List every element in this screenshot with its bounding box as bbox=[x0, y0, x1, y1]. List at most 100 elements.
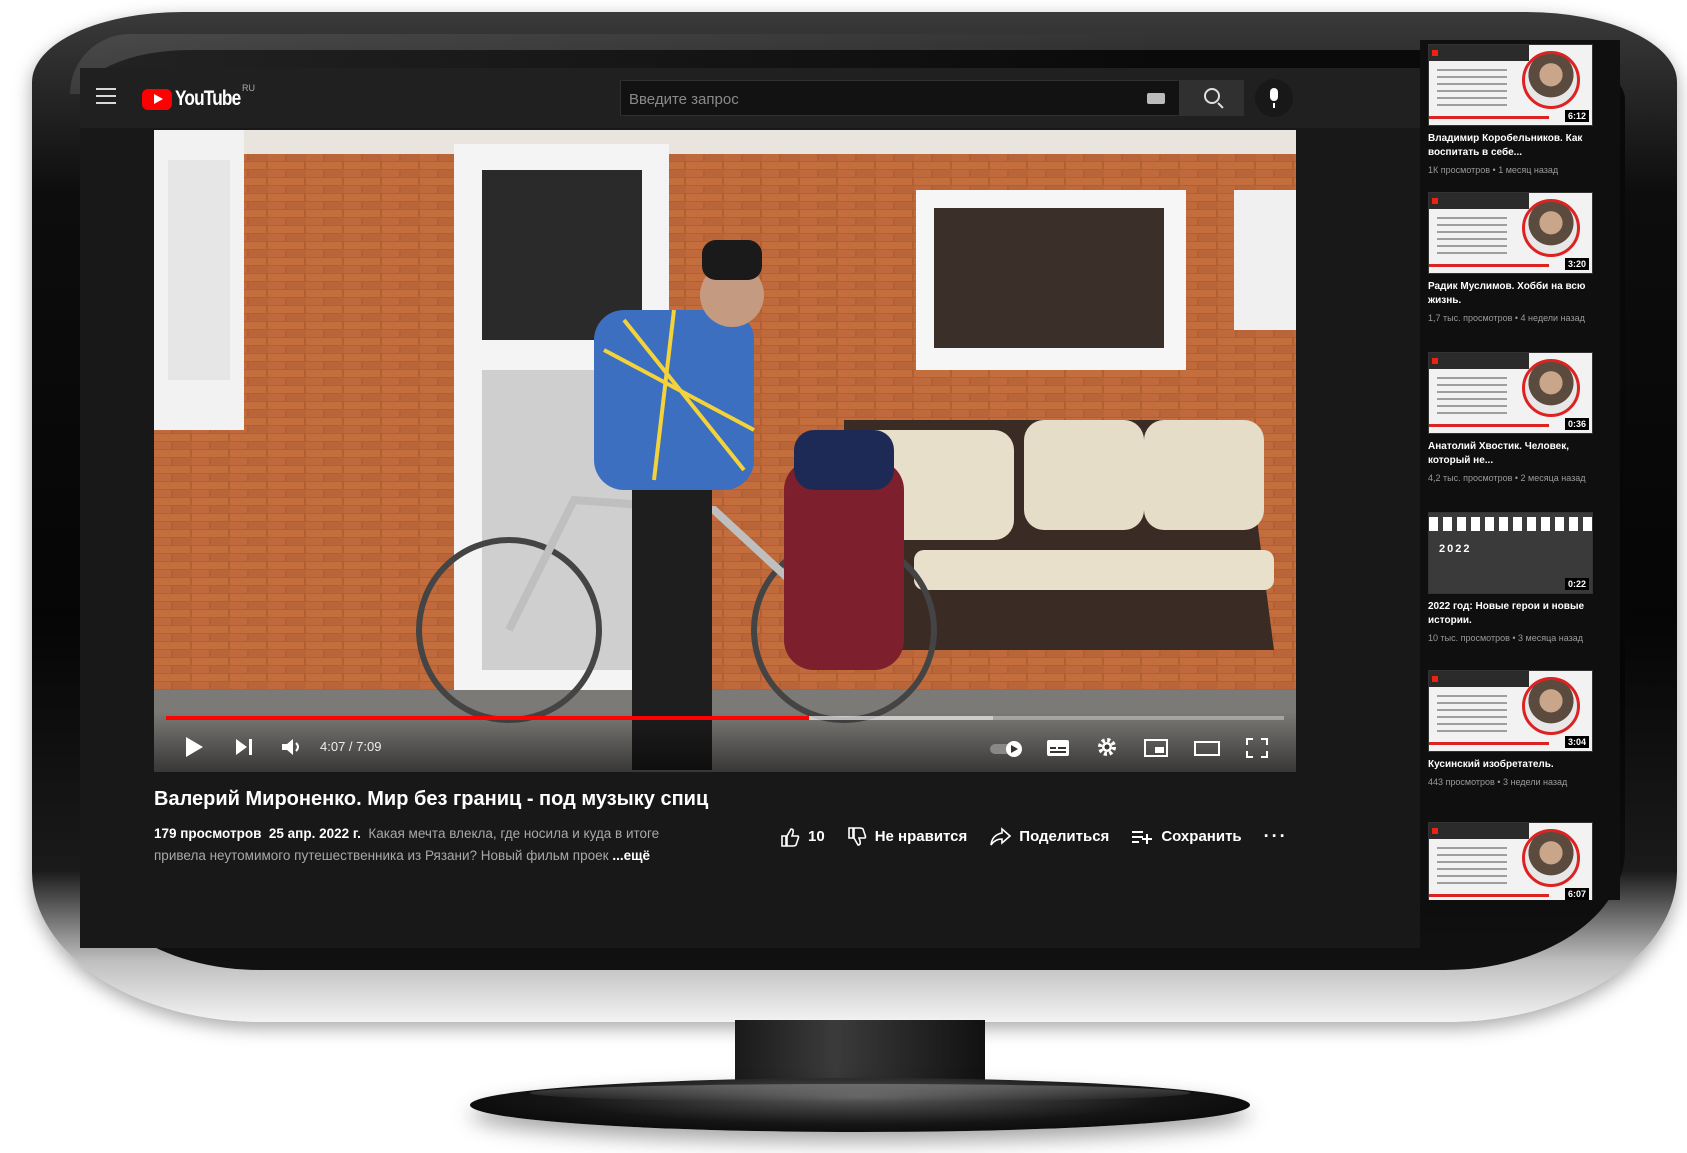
recommended-video[interactable]: 2022 0:22 2022 год: Новые герои и новые … bbox=[1428, 512, 1593, 645]
recommended-video[interactable]: 6:12 Владимир Коробельников. Как воспита… bbox=[1428, 44, 1593, 177]
thumbnail-year: 2022 bbox=[1439, 543, 1472, 555]
thumbnail-header bbox=[1429, 45, 1529, 61]
logo-region: RU bbox=[242, 83, 255, 93]
volume-icon bbox=[282, 739, 299, 755]
thumbnail-portrait bbox=[1522, 51, 1580, 109]
thumbnail-header bbox=[1429, 353, 1529, 369]
thumbnail-accent bbox=[1429, 116, 1549, 119]
recommended-meta: 443 просмотров • 3 недели назад bbox=[1428, 777, 1568, 787]
thumbs-down-icon bbox=[847, 826, 866, 846]
video-player[interactable]: 4:07 / 7:09 bbox=[154, 130, 1296, 772]
keyboard-icon[interactable] bbox=[1147, 93, 1165, 104]
duration-badge: 6:12 bbox=[1564, 110, 1589, 122]
video-thumbnail[interactable]: 2022 0:22 bbox=[1428, 512, 1593, 594]
youtube-screen: YouTube RU Введите запрос 4:07 / 7:09 Ва… bbox=[80, 68, 1420, 948]
recommended-title[interactable]: 2022 год: Новые герои и новые истории. bbox=[1428, 600, 1593, 628]
subtitles-button[interactable] bbox=[1046, 738, 1070, 758]
view-count: 179 просмотров bbox=[154, 826, 262, 841]
recommended-title[interactable]: Владимир Коробельников. Как воспитать в … bbox=[1428, 132, 1593, 160]
autoplay-toggle-icon bbox=[990, 741, 1022, 757]
recommended-title[interactable]: Анатолий Хвостик. Человек, который не... bbox=[1428, 440, 1593, 468]
recommended-meta: 1К просмотров • 1 месяц назад bbox=[1428, 165, 1559, 175]
thumbnail-portrait bbox=[1522, 677, 1580, 735]
search-box bbox=[620, 80, 1180, 117]
save-button[interactable]: Сохранить bbox=[1131, 828, 1242, 846]
thumbnail-accent bbox=[1429, 742, 1549, 745]
player-controls: 4:07 / 7:09 bbox=[154, 712, 1296, 772]
share-label: Поделиться bbox=[1019, 828, 1110, 845]
recommended-video[interactable]: 0:36 Анатолий Хвостик. Человек, который … bbox=[1428, 352, 1593, 485]
dislike-label: Не нравится bbox=[874, 828, 968, 845]
time-display: 4:07 / 7:09 bbox=[320, 739, 382, 754]
fullscreen-icon bbox=[1246, 738, 1268, 758]
show-more-link[interactable]: ...ещё bbox=[612, 848, 650, 863]
thumbnail-header bbox=[1429, 193, 1529, 209]
recommended-title[interactable]: Кусинский изобретатель. bbox=[1428, 758, 1593, 772]
autoplay-toggle[interactable] bbox=[988, 738, 1024, 758]
recommended-video[interactable]: 6:07 bbox=[1428, 822, 1593, 900]
progress-played bbox=[166, 716, 809, 720]
video-thumbnail[interactable]: 6:07 bbox=[1428, 822, 1593, 900]
recommendations-sidebar: 6:12 Владимир Коробельников. Как воспита… bbox=[1420, 40, 1620, 900]
volume-button[interactable] bbox=[280, 736, 302, 758]
voice-search-button[interactable] bbox=[1255, 79, 1293, 117]
thumbnail-portrait bbox=[1522, 829, 1580, 887]
fullscreen-button[interactable] bbox=[1246, 738, 1268, 758]
like-button[interactable]: 10 bbox=[780, 827, 825, 847]
video-actions: 10 Не нравится Поделиться Сохранить ··· bbox=[780, 826, 1310, 847]
youtube-logo[interactable]: YouTube RU bbox=[142, 83, 255, 111]
search-button[interactable] bbox=[1180, 80, 1244, 116]
thumbnail-text-block bbox=[1437, 847, 1507, 887]
duration-badge: 3:20 bbox=[1564, 258, 1589, 270]
more-actions-button[interactable]: ··· bbox=[1264, 826, 1288, 847]
recommended-meta: 4,2 тыс. просмотров • 2 месяца назад bbox=[1428, 473, 1586, 483]
video-thumbnail[interactable]: 3:04 bbox=[1428, 670, 1593, 752]
recommended-title[interactable]: Радик Муслимов. Хобби на всю жизнь. bbox=[1428, 280, 1593, 308]
microphone-icon bbox=[1270, 88, 1278, 108]
thumbnail-header bbox=[1429, 671, 1529, 687]
video-thumbnail[interactable]: 3:20 bbox=[1428, 192, 1593, 274]
next-icon bbox=[236, 739, 252, 755]
recommended-video[interactable]: 3:04 Кусинский изобретатель. 443 просмот… bbox=[1428, 670, 1593, 789]
share-button[interactable]: Поделиться bbox=[989, 826, 1110, 847]
duration-badge: 6:07 bbox=[1564, 888, 1589, 900]
add-to-playlist-icon bbox=[1132, 830, 1153, 844]
duration-badge: 0:36 bbox=[1564, 418, 1589, 430]
recommended-video[interactable]: 3:20 Радик Муслимов. Хобби на всю жизнь.… bbox=[1428, 192, 1593, 325]
upload-date: 25 апр. 2022 г. bbox=[268, 826, 361, 841]
video-description[interactable]: 179 просмотров 25 апр. 2022 г. Какая меч… bbox=[154, 823, 714, 867]
thumbnail-portrait bbox=[1522, 199, 1580, 257]
thumbs-up-icon bbox=[781, 827, 800, 847]
theater-mode-icon bbox=[1194, 741, 1220, 756]
play-button[interactable] bbox=[184, 736, 204, 758]
thumbnail-chevrons bbox=[1429, 517, 1592, 531]
duration-badge: 3:04 bbox=[1564, 736, 1589, 748]
dislike-button[interactable]: Не нравится bbox=[847, 826, 968, 847]
recommended-meta: 1,7 тыс. просмотров • 4 недели назад bbox=[1428, 313, 1585, 323]
thumbnail-accent bbox=[1429, 264, 1549, 267]
youtube-play-logo-icon bbox=[142, 88, 172, 110]
progress-bar[interactable] bbox=[166, 716, 1284, 720]
subtitles-icon bbox=[1047, 740, 1069, 756]
duration-badge: 0:22 bbox=[1564, 578, 1589, 590]
thumbnail-text-block bbox=[1437, 69, 1507, 109]
hamburger-menu-icon[interactable] bbox=[96, 88, 116, 104]
like-count: 10 bbox=[808, 828, 825, 845]
share-icon bbox=[990, 826, 1012, 845]
play-icon bbox=[186, 737, 203, 757]
thumbnail-text-block bbox=[1437, 377, 1507, 417]
thumbnail-accent bbox=[1429, 894, 1549, 897]
video-thumbnail[interactable]: 6:12 bbox=[1428, 44, 1593, 126]
miniplayer-icon bbox=[1144, 739, 1168, 757]
thumbnail-text-block bbox=[1437, 695, 1507, 735]
miniplayer-button[interactable] bbox=[1144, 738, 1168, 758]
search-input[interactable] bbox=[627, 81, 1131, 117]
settings-button[interactable] bbox=[1096, 736, 1118, 758]
monitor-stand-base bbox=[470, 1078, 1250, 1132]
video-thumbnail[interactable]: 0:36 bbox=[1428, 352, 1593, 434]
thumbnail-text-block bbox=[1437, 217, 1507, 257]
thumbnail-header bbox=[1429, 823, 1529, 839]
next-button[interactable] bbox=[234, 736, 254, 758]
search-icon bbox=[1204, 88, 1220, 104]
theater-mode-button[interactable] bbox=[1194, 738, 1220, 758]
